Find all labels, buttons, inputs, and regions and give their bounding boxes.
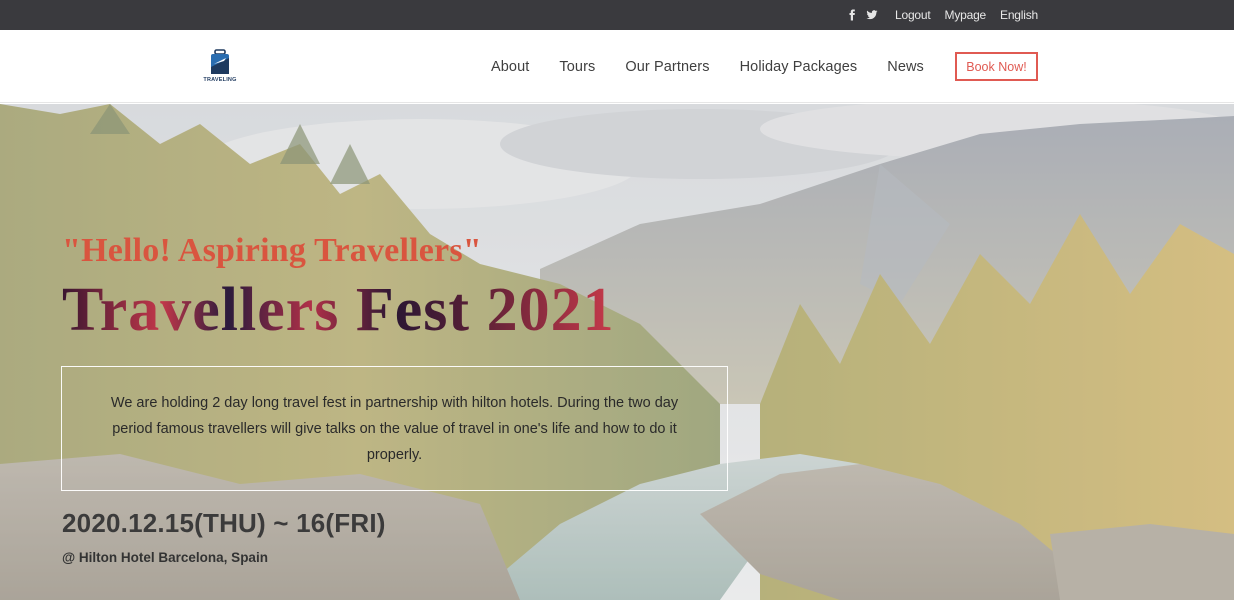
social-links: [845, 8, 879, 22]
hero-greeting: "Hello! Aspiring Travellers": [62, 232, 482, 269]
facebook-icon[interactable]: [845, 8, 859, 22]
nav-our-partners[interactable]: Our Partners: [625, 59, 709, 75]
nav-tours[interactable]: Tours: [559, 59, 595, 75]
nav-about[interactable]: About: [491, 59, 529, 75]
hero-title: Travellers Fest 2021: [62, 276, 615, 344]
nav-holiday-packages[interactable]: Holiday Packages: [740, 59, 858, 75]
logout-link[interactable]: Logout: [895, 8, 931, 22]
luggage-logo-icon: [211, 49, 229, 74]
site-logo[interactable]: TRAVELING: [199, 47, 241, 87]
book-now-button[interactable]: Book Now!: [955, 52, 1038, 81]
hero-description: We are holding 2 day long travel fest in…: [110, 394, 679, 463]
twitter-icon[interactable]: [865, 8, 879, 22]
hero-description-box: We are holding 2 day long travel fest in…: [61, 366, 728, 491]
event-venue: @ Hilton Hotel Barcelona, Spain: [62, 550, 268, 565]
logo-text: TRAVELING: [203, 77, 237, 83]
event-date: 2020.12.15(THU) ~ 16(FRI): [62, 508, 386, 538]
hero-section: "Hello! Aspiring Travellers" Travellers …: [0, 104, 1234, 600]
top-utility-links: Logout Mypage English: [845, 0, 1038, 30]
mypage-link[interactable]: Mypage: [945, 8, 987, 22]
nav-news[interactable]: News: [887, 59, 924, 75]
site-header: TRAVELING About Tours Our Partners Holid…: [0, 30, 1234, 103]
top-utility-bar: Logout Mypage English: [0, 0, 1234, 30]
language-selector[interactable]: English: [1000, 8, 1038, 22]
main-nav: About Tours Our Partners Holiday Package…: [476, 30, 939, 103]
